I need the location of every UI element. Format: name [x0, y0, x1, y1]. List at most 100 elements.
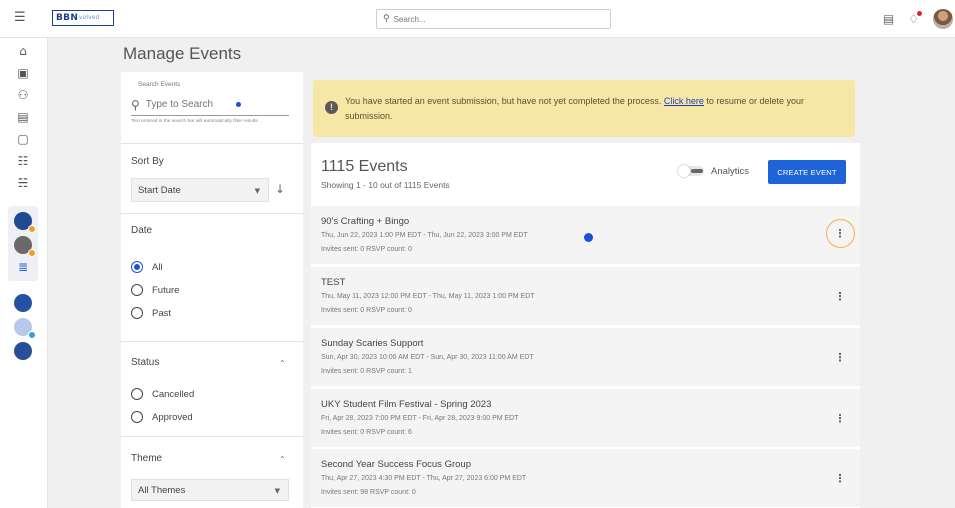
- groups-icon[interactable]: ☷: [14, 152, 32, 170]
- events-showing: Showing 1 - 10 out of 1115 Events: [321, 180, 450, 190]
- event-date: Fri, Apr 28, 2023 7:00 PM EDT - Fri, Apr…: [321, 415, 519, 422]
- org-avatar-5[interactable]: [14, 342, 32, 360]
- status-option-label: Approved: [152, 411, 193, 423]
- caret-down-icon: ▼: [274, 487, 280, 495]
- bell-icon[interactable]: ♢: [908, 11, 922, 26]
- event-date: Sun, Apr 30, 2023 10:00 AM EDT - Sun, Ap…: [321, 354, 534, 361]
- date-option-label: All: [152, 261, 163, 273]
- sort-select[interactable]: Start Date ▼: [131, 178, 269, 202]
- events-panel: 1115 Events Showing 1 - 10 out of 1115 E…: [311, 143, 860, 508]
- event-counts: Invites sent: 0 RSVP count: 6: [321, 429, 412, 436]
- search-events-input[interactable]: [145, 99, 232, 110]
- analytics-toggle-track: [691, 169, 703, 173]
- form-icon[interactable]: ▤: [14, 108, 32, 126]
- radio[interactable]: [131, 411, 143, 423]
- more-options-icon[interactable]: ⋮: [833, 291, 847, 303]
- info-badge: [28, 331, 36, 339]
- people-icon[interactable]: ⚇: [14, 86, 32, 104]
- top-right-actions: ▤ ♢: [883, 0, 955, 38]
- page-title: Manage Events: [123, 44, 242, 63]
- date-label: Date: [131, 225, 153, 236]
- resume-link[interactable]: Click here: [664, 96, 704, 106]
- sliders-icon[interactable]: ☵: [14, 174, 32, 192]
- org-avatar-1[interactable]: [14, 212, 36, 233]
- alert-text-before: You have started an event submission, bu…: [345, 96, 662, 106]
- archive-icon[interactable]: ▤: [883, 12, 894, 26]
- event-row[interactable]: 90's Crafting + Bingo Thu, Jun 22, 2023 …: [311, 206, 860, 264]
- event-counts: Invites sent: 0 RSVP count: 0: [321, 246, 412, 253]
- event-title: Second Year Success Focus Group: [321, 459, 471, 470]
- alert-badge: [28, 225, 36, 233]
- search-events-field[interactable]: ⚲: [131, 94, 289, 116]
- filter-panel: Search Events ⚲ Text entered in the sear…: [121, 72, 303, 508]
- date-option-all[interactable]: All: [131, 261, 163, 273]
- logo[interactable]: BBN volved: [52, 10, 114, 26]
- caret-down-icon: ▼: [254, 187, 260, 195]
- sort-value: Start Date: [138, 184, 181, 196]
- event-title: Sunday Scaries Support: [321, 338, 424, 349]
- incomplete-submission-alert: ! You have started an event submission, …: [313, 80, 855, 137]
- event-date: Thu, Jun 22, 2023 1:00 PM EDT - Thu, Jun…: [321, 232, 528, 239]
- radio[interactable]: [131, 388, 143, 400]
- create-event-button[interactable]: CREATE EVENT: [768, 160, 846, 184]
- left-sidebar: ⌂ ▣ ⚇ ▤ ▢ ☷ ☵ ≣: [0, 38, 48, 508]
- radio-selected[interactable]: [131, 261, 143, 273]
- org-avatar-4[interactable]: [14, 318, 36, 339]
- cursor-dot: [584, 233, 593, 242]
- event-title: TEST: [321, 277, 346, 288]
- event-row[interactable]: TEST Thu, May 11, 2023 12:00 PM EDT - Th…: [311, 267, 860, 325]
- org-avatar-2[interactable]: [14, 236, 36, 257]
- sort-direction-arrow-icon[interactable]: ↓: [275, 182, 285, 196]
- date-option-past[interactable]: Past: [131, 307, 171, 319]
- org-avatar-3[interactable]: [14, 294, 32, 312]
- theme-value: All Themes: [138, 484, 186, 496]
- status-label: Status: [131, 357, 160, 368]
- search-helper-text: Text entered in the search bar will auto…: [131, 119, 259, 124]
- document-icon[interactable]: ▢: [14, 130, 32, 148]
- radio[interactable]: [131, 307, 143, 319]
- theme-select[interactable]: All Themes ▼: [131, 479, 289, 501]
- event-row[interactable]: UKY Student Film Festival - Spring 2023 …: [311, 389, 860, 447]
- status-option-approved[interactable]: Approved: [131, 411, 193, 423]
- event-counts: Invites sent: 98 RSVP count: 0: [321, 489, 416, 496]
- user-avatar[interactable]: [933, 9, 953, 29]
- more-options-icon[interactable]: ⋮: [833, 228, 847, 240]
- list-icon[interactable]: ≣: [14, 258, 32, 276]
- home-icon[interactable]: ⌂: [14, 42, 32, 60]
- chevron-up-icon[interactable]: ⌃: [279, 359, 286, 368]
- theme-label: Theme: [131, 453, 163, 464]
- event-row[interactable]: Second Year Success Focus Group Thu, Apr…: [311, 449, 860, 507]
- radio[interactable]: [131, 284, 143, 296]
- events-count: 1115 Events: [321, 158, 408, 175]
- alert-badge: [28, 249, 36, 257]
- search-section: Search Events ⚲ Text entered in the sear…: [121, 72, 303, 144]
- more-options-icon[interactable]: ⋮: [833, 413, 847, 425]
- date-option-future[interactable]: Future: [131, 284, 179, 296]
- logo-main: BBN: [56, 13, 79, 23]
- sort-by-label: Sort By: [131, 156, 164, 167]
- event-counts: Invites sent: 0 RSVP count: 0: [321, 307, 412, 314]
- status-option-cancelled[interactable]: Cancelled: [131, 388, 194, 400]
- global-search-input[interactable]: [393, 14, 594, 24]
- search-events-label: Search Events: [138, 81, 181, 88]
- more-options-icon[interactable]: ⋮: [833, 473, 847, 485]
- calendar-icon[interactable]: ▣: [14, 64, 32, 82]
- notification-dot: [917, 11, 922, 16]
- event-row[interactable]: Sunday Scaries Support Sun, Apr 30, 2023…: [311, 328, 860, 386]
- event-date: Thu, May 11, 2023 12:00 PM EDT - Thu, Ma…: [321, 293, 535, 300]
- chevron-up-icon[interactable]: ⌃: [279, 455, 286, 464]
- event-title: 90's Crafting + Bingo: [321, 216, 410, 227]
- date-option-label: Past: [152, 307, 172, 319]
- search-icon: ⚲: [131, 97, 140, 112]
- search-icon: ⚲: [383, 14, 390, 24]
- alert-text: You have started an event submission, bu…: [345, 94, 845, 124]
- event-counts: Invites sent: 0 RSVP count: 1: [321, 368, 412, 375]
- event-date: Thu, Apr 27, 2023 4:30 PM EDT - Thu, Apr…: [321, 475, 527, 482]
- cursor-dot: [235, 102, 241, 107]
- info-icon: !: [325, 101, 338, 114]
- date-option-label: Future: [152, 284, 180, 296]
- more-options-icon[interactable]: ⋮: [833, 352, 847, 364]
- menu-collapse-icon[interactable]: ☰: [14, 11, 30, 25]
- analytics-label: Analytics: [711, 166, 750, 177]
- global-search[interactable]: ⚲: [376, 9, 611, 29]
